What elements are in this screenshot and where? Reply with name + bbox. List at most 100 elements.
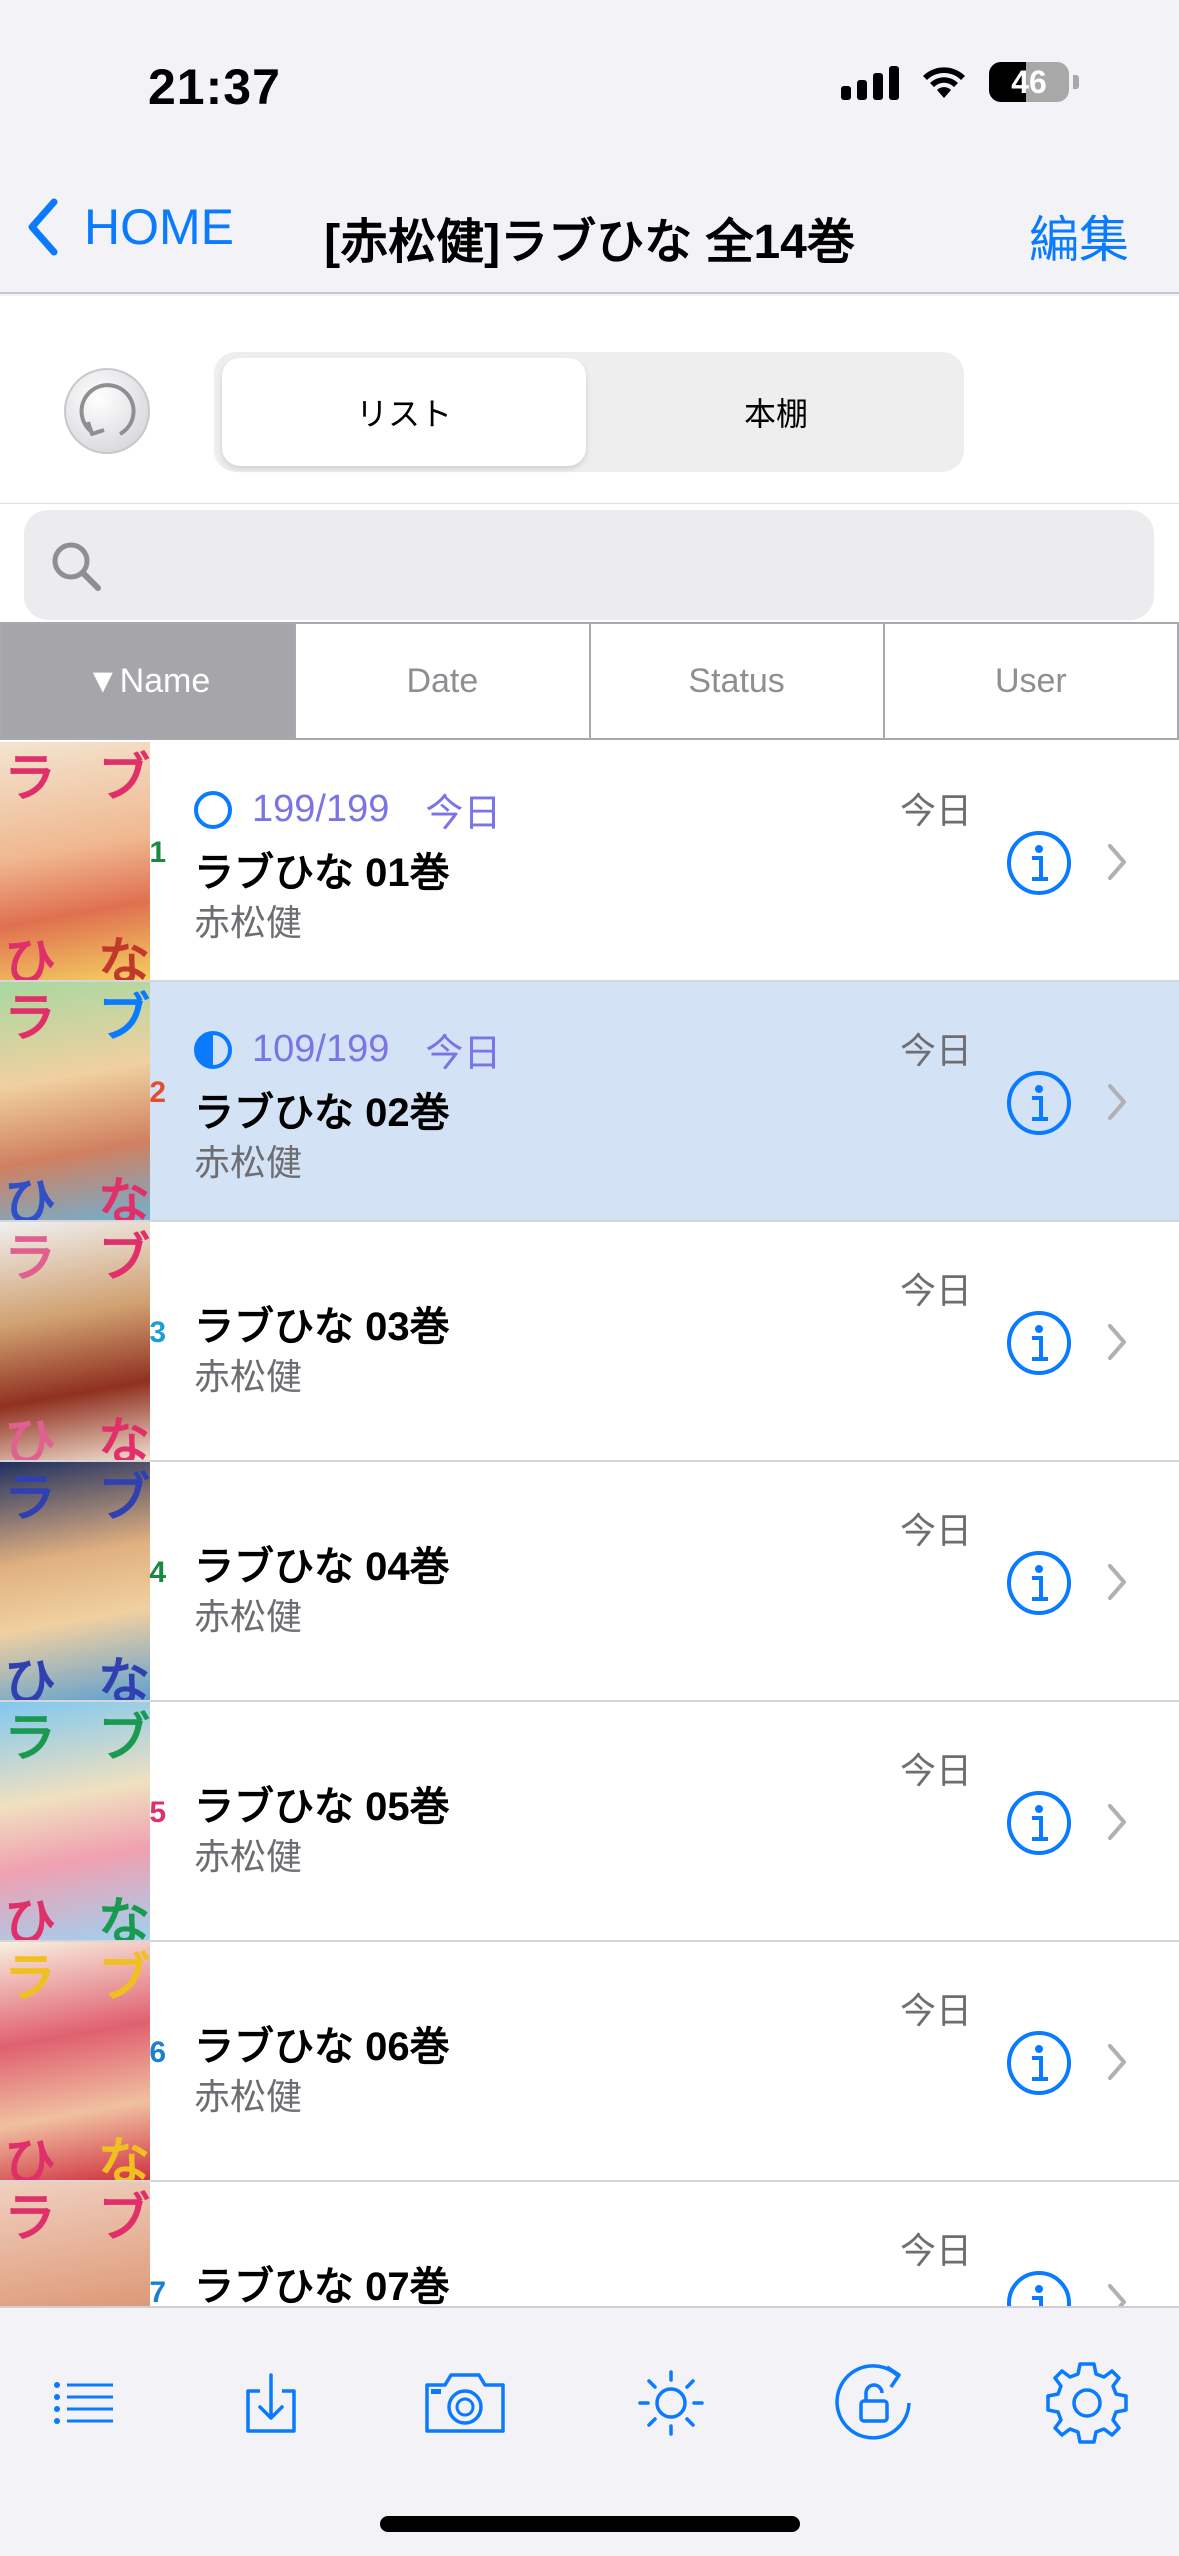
cover-kana: ラ	[4, 750, 57, 808]
sort-by-name-button[interactable]: ▼Name	[0, 622, 297, 740]
item-title: ラブひな 01巻	[194, 851, 450, 895]
book-cover-thumbnail: ラブひな 1	[0, 742, 170, 980]
cover-kana: な	[98, 1174, 151, 1220]
book-cover-thumbnail: ラブひな7	[0, 2182, 170, 2306]
sort-by-status-button[interactable]: Status	[588, 622, 885, 740]
book-cover-thumbnail: ラブひな 3	[0, 1222, 170, 1460]
segmented-control: リスト 本棚	[214, 352, 964, 472]
list-item[interactable]: ラブひな 2 109/199 今日 今日 ラブひな 02巻 赤松健	[0, 982, 1179, 1222]
cover-kana: ブ	[98, 1470, 151, 1528]
info-icon[interactable]	[1006, 1310, 1072, 1376]
list-icon[interactable]	[40, 2358, 130, 2448]
sort-by-user-button[interactable]: User	[882, 622, 1179, 740]
battery-level: 46	[1011, 63, 1047, 100]
progress-pages: 109/199	[252, 1028, 390, 1070]
chevron-right-icon	[1108, 2044, 1126, 2080]
item-author: 赤松健	[194, 902, 303, 943]
rotation-lock-icon[interactable]	[830, 2358, 920, 2448]
cover-kana: な	[98, 2134, 151, 2180]
cover-volume-number: 1	[149, 836, 166, 869]
list-item[interactable]: ラブひな 6 今日 ラブひな 06巻 赤松健	[0, 1942, 1179, 2182]
cover-kana: な	[98, 934, 151, 980]
item-date: 今日	[900, 1990, 973, 2031]
download-icon[interactable]	[226, 2358, 316, 2448]
book-list: ラブひな 1 199/199 今日 今日 ラブひな 01巻 赤松健ラブひな 2 109/199 今…	[0, 742, 1179, 2306]
status-icons: 46	[841, 62, 1079, 102]
read-status-icon	[194, 790, 232, 829]
chevron-right-icon	[1108, 1084, 1126, 1120]
item-author: 赤松健	[194, 1142, 303, 1183]
item-title: ラブひな 05巻	[194, 1785, 450, 1829]
item-title: ラブひな 03巻	[194, 1305, 450, 1349]
battery-tip	[1073, 75, 1079, 89]
cover-kana: ブ	[98, 990, 151, 1048]
cover-kana: ブ	[98, 1950, 151, 2008]
info-icon[interactable]	[1006, 1070, 1072, 1136]
search-icon	[52, 542, 101, 591]
view-mode-bar: リスト 本棚	[0, 296, 1179, 504]
refresh-icon[interactable]	[62, 366, 152, 456]
book-cover-thumbnail: ラブひな 2	[0, 982, 170, 1220]
item-date: 今日	[900, 790, 973, 831]
item-date: 今日	[900, 1270, 973, 1311]
search-bar	[0, 504, 1179, 622]
cover-kana: ひ	[4, 1174, 57, 1220]
half-read-icon	[194, 1030, 232, 1069]
home-indicator	[380, 2516, 800, 2532]
info-icon[interactable]	[1006, 830, 1072, 896]
cover-kana: ひ	[4, 1414, 57, 1460]
cellular-signal-icon	[841, 64, 899, 100]
chevron-right-icon	[1108, 1804, 1126, 1840]
cover-kana: ひ	[4, 1654, 57, 1700]
info-icon[interactable]	[1006, 1790, 1072, 1856]
list-item[interactable]: ラブひな7今日ラブひな 07巻赤松健	[0, 2182, 1179, 2306]
progress-day: 今日	[425, 1033, 502, 1075]
cover-volume-number: 7	[149, 2276, 166, 2306]
search-input[interactable]	[124, 530, 1124, 600]
book-cover-thumbnail: ラブひな 5	[0, 1702, 170, 1940]
list-item[interactable]: ラブひな 5 今日ラブひな 05巻 赤松健	[0, 1702, 1179, 1942]
search-field[interactable]	[24, 510, 1154, 620]
camera-icon[interactable]	[420, 2358, 510, 2448]
cover-kana: ラ	[4, 2190, 57, 2248]
cover-kana: ラ	[4, 1470, 57, 1528]
brightness-icon[interactable]	[626, 2358, 716, 2448]
segment-list[interactable]: リスト	[222, 358, 586, 466]
sort-by-date-button[interactable]: Date	[294, 622, 591, 740]
cover-kana: ブ	[98, 2190, 151, 2248]
cover-kana: ラ	[4, 1710, 57, 1768]
gear-icon[interactable]	[1042, 2358, 1132, 2448]
item-title: ラブひな 02巻	[194, 1091, 450, 1135]
info-icon[interactable]	[1006, 2030, 1072, 2096]
list-item[interactable]: ラブひな 1 199/199 今日 今日 ラブひな 01巻 赤松健	[0, 742, 1179, 982]
cover-kana: な	[98, 1894, 151, 1940]
cover-kana: ラ	[4, 1950, 57, 2008]
item-date: 今日	[900, 1750, 973, 1791]
cover-kana: ラ	[4, 1230, 57, 1288]
cover-kana: な	[98, 1654, 151, 1700]
chevron-right-icon	[1108, 1324, 1126, 1360]
item-author: 赤松健	[194, 2076, 303, 2117]
wifi-icon	[923, 67, 965, 98]
item-title: ラブひな 07巻	[194, 2265, 450, 2306]
status-bar: 21:37 46	[0, 0, 1179, 160]
list-item[interactable]: ラブひな 4 今日 ラブひな 04巻 赤松健	[0, 1462, 1179, 1702]
edit-button[interactable]: 編集	[1029, 200, 1129, 272]
cover-kana: ブ	[98, 750, 151, 808]
item-date: 今日	[900, 1030, 973, 1071]
status-time: 21:37	[148, 59, 281, 115]
cover-volume-number: 4	[149, 1556, 166, 1589]
cover-kana: ひ	[4, 2134, 57, 2180]
book-cover-thumbnail: ラブひな 4	[0, 1462, 170, 1700]
item-author: 赤松健	[194, 1836, 303, 1877]
reading-progress: 109/199 今日	[194, 1022, 501, 1077]
battery-icon: 46	[989, 62, 1069, 102]
info-icon[interactable]	[1006, 1550, 1072, 1616]
cover-volume-number: 2	[149, 1076, 166, 1109]
list-item[interactable]: ラブひな 3 今日 ラブひな 03巻 赤松健	[0, 1222, 1179, 1462]
info-icon[interactable]	[1006, 2270, 1072, 2306]
segment-shelf[interactable]: 本棚	[594, 358, 958, 466]
cover-kana: ひ	[4, 1894, 57, 1940]
chevron-right-icon	[1108, 1564, 1126, 1600]
page-title: [赤松健]ラブひな 全14巻	[324, 216, 855, 269]
